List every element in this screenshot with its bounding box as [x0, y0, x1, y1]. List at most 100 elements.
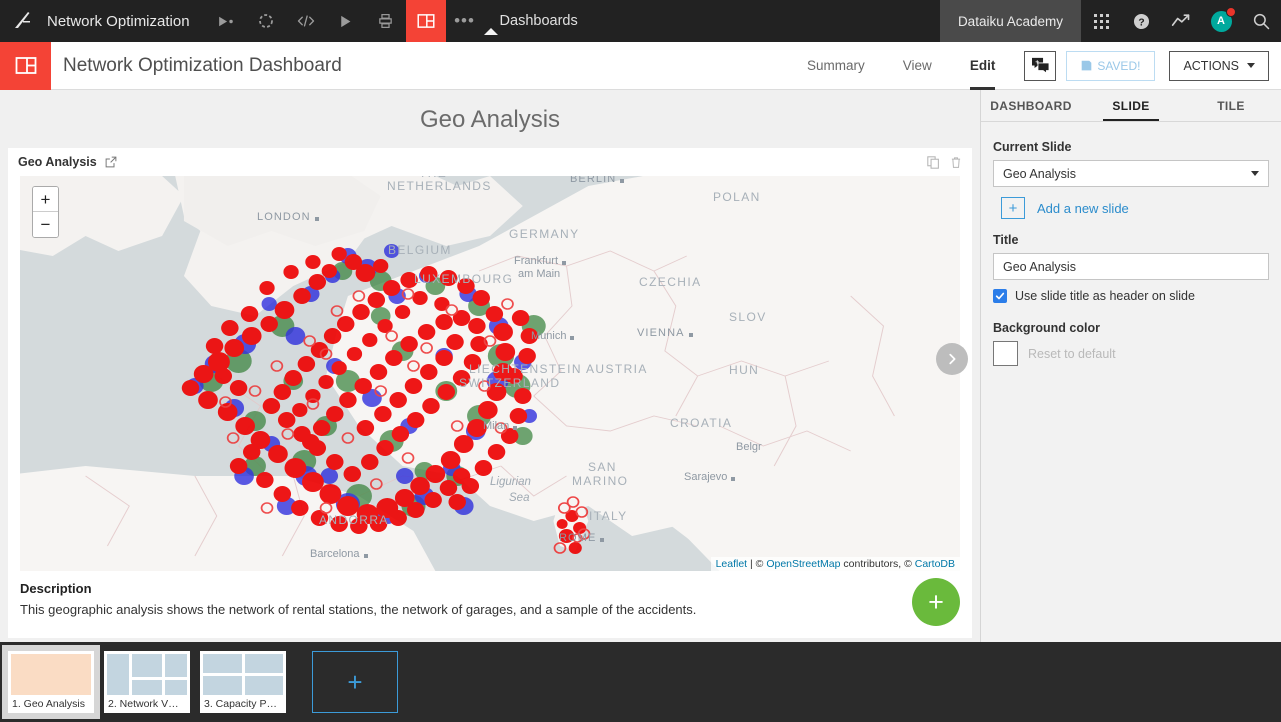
current-slide-label: Current Slide: [993, 140, 1072, 154]
dashboard-header: Network Optimization Dashboard Summary V…: [0, 41, 1281, 90]
tab-view[interactable]: View: [884, 42, 951, 90]
slide-title-input[interactable]: [993, 253, 1269, 280]
top-navigation-bar: Network Optimization ••• Dashboards Data…: [0, 0, 1281, 42]
dashboard-body: Geo Analysis Geo Analysis NETHERLANDS BE…: [0, 90, 1281, 642]
slide-thumbnail-1[interactable]: 1. Geo Analysis: [2, 645, 100, 719]
current-slide-select[interactable]: Geo Analysis: [993, 160, 1269, 187]
tab-slide[interactable]: SLIDE: [1081, 90, 1181, 121]
code-icon[interactable]: [286, 0, 326, 42]
dashboards-icon[interactable]: [405, 0, 446, 42]
activity-icon[interactable]: [1161, 0, 1201, 42]
openstreetmap-link[interactable]: OpenStreetMap: [766, 558, 840, 570]
cartodb-link[interactable]: CartoDB: [915, 558, 955, 570]
map-city-dot: [620, 179, 624, 183]
add-slide-link[interactable]: Add a new slide: [1037, 201, 1129, 216]
slide-settings: Current Slide Geo Analysis + Add a new s…: [981, 122, 1281, 366]
more-menu-icon[interactable]: •••: [446, 0, 484, 42]
saved-status-button: SAVED!: [1066, 50, 1156, 81]
tab-summary[interactable]: Summary: [788, 42, 884, 90]
slide-header-title: Geo Analysis: [419, 106, 561, 133]
map-city-dot: [513, 426, 517, 430]
apps-grid-icon[interactable]: [1081, 0, 1121, 42]
copy-icon[interactable]: [927, 155, 940, 169]
add-tile-button[interactable]: +: [912, 578, 960, 626]
map-city-dot: [364, 554, 368, 558]
add-comment-icon[interactable]: +: [1024, 50, 1057, 81]
background-color-label: Background color: [993, 321, 1100, 335]
tile-header-actions: [927, 155, 962, 169]
trash-icon[interactable]: [950, 156, 962, 169]
description-body: This geographic analysis shows the netwo…: [20, 602, 697, 617]
dashboard-icon: [0, 41, 51, 90]
slide-thumbnail-label: 3. Capacity P…: [204, 698, 277, 710]
notification-badge: [1226, 7, 1236, 17]
slide-thumbnail-label: 2. Network V…: [108, 698, 179, 710]
slide-thumbnail-3[interactable]: 3. Capacity P…: [200, 651, 286, 713]
use-title-as-header-row[interactable]: Use slide title as header on slide: [993, 289, 1269, 303]
slide-thumbnail-label: 1. Geo Analysis: [12, 698, 85, 710]
breadcrumb-caret: [483, 28, 498, 35]
save-disk-icon: [1082, 60, 1092, 71]
use-title-checkbox-label: Use slide title as header on slide: [1015, 289, 1195, 303]
chevron-down-icon: [1251, 171, 1259, 176]
zoom-out-button[interactable]: −: [33, 212, 58, 237]
thumb-preview: [8, 651, 94, 698]
panel-tabs: DASHBOARD SLIDE TILE: [981, 90, 1281, 122]
breadcrumb[interactable]: Dashboards: [483, 13, 578, 35]
leaflet-map[interactable]: NETHERLANDSTHEBERLINPOLANLONDONGERMANYBE…: [20, 176, 960, 571]
search-icon[interactable]: [1241, 0, 1281, 42]
zoom-in-button[interactable]: +: [33, 187, 58, 212]
tile-description: Description This geographic analysis sho…: [8, 571, 972, 620]
map-city-dot: [689, 333, 693, 337]
academy-chip[interactable]: Dataiku Academy: [939, 0, 1081, 42]
tile-header: Geo Analysis: [8, 148, 972, 176]
slide-canvas: Geo Analysis Geo Analysis NETHERLANDS BE…: [0, 90, 981, 642]
jobs-icon[interactable]: [326, 0, 366, 42]
tab-tile[interactable]: TILE: [1181, 90, 1281, 121]
use-title-checkbox[interactable]: [993, 289, 1007, 303]
dataiku-logo-icon[interactable]: [0, 0, 45, 42]
thumb-preview: [200, 651, 286, 698]
attrib-mid: contributors, ©: [840, 558, 915, 570]
project-name[interactable]: Network Optimization: [45, 13, 206, 30]
slide-filmstrip: 1. Geo Analysis 2. Network V… 3. Capacit…: [0, 642, 1281, 722]
breadcrumb-label: Dashboards: [499, 13, 578, 29]
dashboard-header-actions: Summary View Edit + SAVED! ACTIONS: [788, 42, 1281, 90]
tab-edit[interactable]: Edit: [951, 42, 1015, 90]
background-color-row: Reset to default: [993, 341, 1269, 366]
saved-label: SAVED!: [1097, 58, 1141, 73]
chevron-right-icon: [949, 353, 956, 365]
actions-label: ACTIONS: [1183, 58, 1239, 73]
dashboard-tile: Geo Analysis NETHERLANDS BERLIN POLAN LO…: [8, 148, 972, 638]
avatar[interactable]: A: [1201, 0, 1241, 42]
flow-icon[interactable]: [206, 0, 246, 42]
tile-title: Geo Analysis: [18, 155, 97, 169]
page-title: Network Optimization Dashboard: [63, 54, 342, 76]
check-icon: [995, 292, 1005, 300]
chevron-down-icon: [1247, 63, 1255, 68]
help-icon[interactable]: ?: [1121, 0, 1161, 42]
map-city-dot: [562, 261, 566, 265]
map-city-dot: [731, 477, 735, 481]
background-color-swatch[interactable]: [993, 341, 1018, 366]
map-city-dot: [600, 538, 604, 542]
notebooks-icon[interactable]: [366, 0, 406, 42]
add-slide-thumbnail-button[interactable]: +: [312, 651, 398, 713]
map-city-dot: [570, 336, 574, 340]
slide-thumbnail-2[interactable]: 2. Network V…: [104, 651, 190, 713]
actions-button[interactable]: ACTIONS: [1169, 50, 1269, 81]
leaflet-link[interactable]: Leaflet: [716, 558, 748, 570]
next-slide-arrow[interactable]: [936, 343, 968, 375]
tab-dashboard[interactable]: DASHBOARD: [981, 90, 1081, 121]
current-slide-value: Geo Analysis: [1003, 166, 1076, 181]
title-label: Title: [993, 233, 1019, 247]
svg-text:+: +: [1035, 59, 1039, 66]
reset-to-default-label[interactable]: Reset to default: [1028, 347, 1116, 361]
map-city-dot: [315, 217, 319, 221]
add-slide-row[interactable]: + Add a new slide: [993, 197, 1269, 219]
svg-text:?: ?: [1138, 17, 1144, 28]
external-link-icon[interactable]: [105, 156, 117, 168]
add-slide-plus-icon[interactable]: +: [1001, 197, 1025, 219]
map-zoom-controls[interactable]: + −: [32, 186, 59, 238]
lab-icon[interactable]: [246, 0, 286, 42]
